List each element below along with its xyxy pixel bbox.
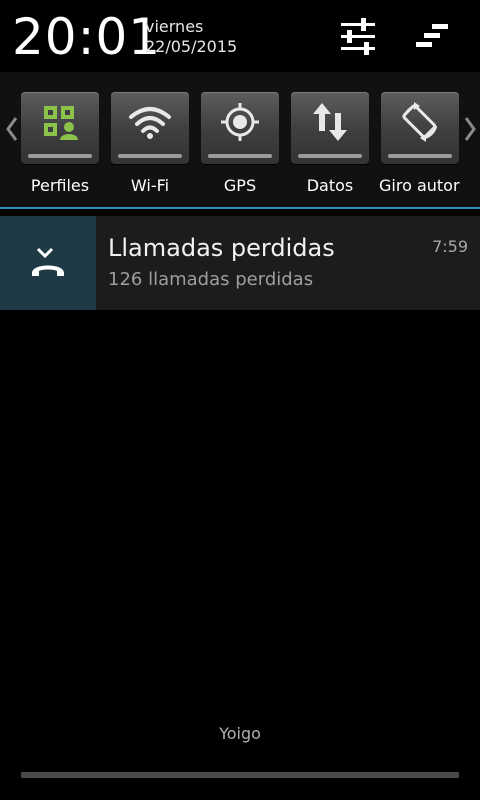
tile-data[interactable] bbox=[291, 92, 369, 164]
auto-rotate-icon bbox=[402, 102, 438, 142]
day-label: viernes bbox=[145, 17, 204, 36]
chevron-left-icon bbox=[6, 117, 18, 141]
missed-call-icon bbox=[32, 247, 64, 276]
tile-state-bar bbox=[298, 154, 362, 158]
tile-label-data: Datos bbox=[306, 176, 354, 195]
panel-divider bbox=[0, 207, 480, 209]
tile-profiles[interactable] bbox=[21, 92, 99, 164]
tile-label-gps: GPS bbox=[223, 176, 257, 195]
tile-label-profiles: Perfiles bbox=[30, 176, 90, 195]
notification-icon-box bbox=[0, 216, 96, 310]
clear-all-button[interactable] bbox=[405, 12, 455, 60]
data-transfer-icon bbox=[313, 103, 347, 141]
chevron-right-icon bbox=[464, 117, 476, 141]
tile-label-wifi: Wi-Fi bbox=[130, 176, 170, 195]
tile-gps[interactable] bbox=[201, 92, 279, 164]
clock: 20:01 bbox=[12, 8, 162, 66]
quick-settings-panel: Perfiles Wi-Fi GPS Datos Giro autor bbox=[0, 72, 480, 207]
scroll-right-button[interactable] bbox=[460, 112, 480, 146]
tile-state-bar bbox=[118, 154, 182, 158]
scroll-left-button[interactable] bbox=[2, 112, 22, 146]
date-label[interactable]: 22/05/2015 bbox=[145, 37, 237, 57]
settings-button[interactable] bbox=[333, 12, 383, 60]
tile-state-bar bbox=[208, 154, 272, 158]
notification-header: 20:01 viernes 22/05/2015 bbox=[0, 0, 480, 72]
gps-icon bbox=[221, 103, 259, 141]
clear-all-icon bbox=[416, 24, 448, 47]
tile-state-bar bbox=[28, 154, 92, 158]
sliders-icon bbox=[341, 18, 375, 55]
notification-time: 7:59 bbox=[432, 237, 468, 256]
notification-title: Llamadas perdidas bbox=[108, 234, 335, 262]
notification-subtitle: 126 llamadas perdidas bbox=[108, 269, 314, 290]
tile-wifi[interactable] bbox=[111, 92, 189, 164]
wifi-icon bbox=[129, 107, 171, 139]
carrier-label: Yoigo bbox=[219, 724, 261, 743]
drag-handle[interactable] bbox=[21, 772, 459, 778]
profiles-icon bbox=[44, 106, 78, 140]
missed-calls-notification[interactable]: Llamadas perdidas 126 llamadas perdidas … bbox=[0, 216, 480, 310]
tile-state-bar bbox=[388, 154, 452, 158]
tile-auto-rotate[interactable] bbox=[381, 92, 459, 164]
tile-label-auto-rotate: Giro autor bbox=[379, 176, 460, 195]
